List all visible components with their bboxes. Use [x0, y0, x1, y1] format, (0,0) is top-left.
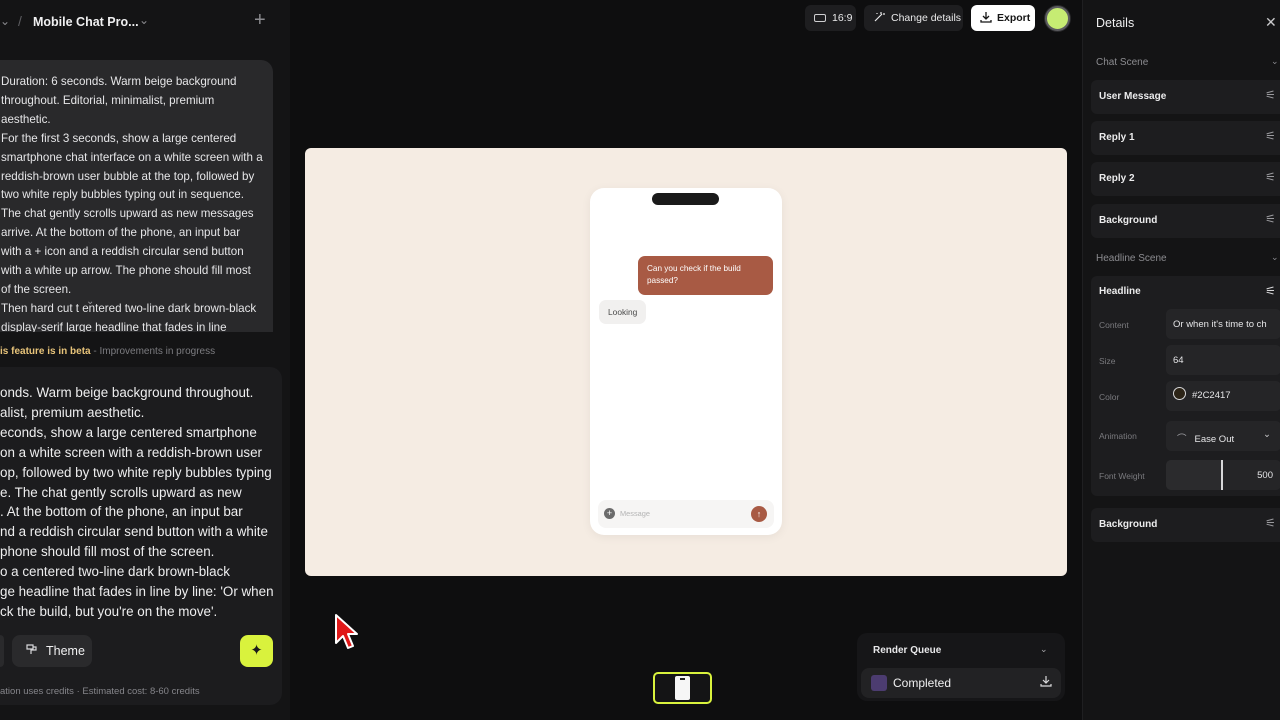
- chevron-down-icon[interactable]: ⌄: [1040, 644, 1048, 655]
- aspect-ratio-label: 16:9: [832, 12, 853, 24]
- chevron-down-icon[interactable]: ⌄: [0, 14, 10, 28]
- thumbnail-phone: [675, 676, 690, 700]
- render-job[interactable]: Completed: [861, 668, 1061, 698]
- item-label: User Message: [1099, 91, 1167, 102]
- animation-label: Animation: [1099, 431, 1137, 441]
- details-title: Details: [1096, 16, 1135, 30]
- aspect-icon: [814, 14, 826, 22]
- beta-label: is feature is in beta: [0, 346, 91, 357]
- chevron-down-icon[interactable]: ⌄: [139, 13, 149, 27]
- left-header: ⌄ / Mobile Chat Pro... ⌄ +: [0, 0, 290, 46]
- render-queue: Render Queue ⌄ Completed: [857, 633, 1065, 701]
- sliders-icon[interactable]: ⚟: [1265, 129, 1276, 143]
- render-queue-title: Render Queue: [873, 645, 942, 656]
- item-label: Headline: [1099, 286, 1141, 297]
- aspect-ratio-button[interactable]: 16:9: [805, 5, 856, 31]
- plus-icon: +: [604, 508, 615, 519]
- animation-select[interactable]: ⌒ Ease Out ⌄: [1166, 421, 1280, 451]
- left-panel: ⌄ / Mobile Chat Pro... ⌄ + Duration: 6 s…: [0, 0, 290, 720]
- details-panel: Details ✕ Chat Scene ⌄ User Message ⚟ Re…: [1082, 0, 1280, 720]
- render-status: Completed: [893, 676, 952, 690]
- content-field[interactable]: Or when it's time to ch: [1166, 309, 1280, 339]
- section-headline-scene[interactable]: Headline Scene: [1096, 253, 1167, 264]
- phone-mockup: Can you check if the build passed? Looki…: [590, 188, 782, 535]
- change-details-button[interactable]: Change details: [864, 5, 963, 31]
- reply-bubble: Looking: [599, 300, 647, 324]
- sliders-icon[interactable]: ⚟: [1265, 516, 1276, 530]
- theme-icon: [25, 643, 38, 659]
- change-details-label: Change details: [891, 12, 962, 24]
- animation-value: Ease Out: [1194, 434, 1235, 445]
- slider-handle[interactable]: [1221, 460, 1223, 490]
- size-label: Size: [1099, 356, 1116, 366]
- chevron-down-icon: ⌄: [1263, 429, 1271, 440]
- item-label: Background: [1099, 519, 1158, 530]
- headline-item[interactable]: Headline ⚟ Content Or when it's time to …: [1091, 276, 1280, 496]
- video-preview-canvas[interactable]: Can you check if the build passed? Looki…: [305, 148, 1067, 576]
- project-name[interactable]: Mobile Chat Pro...: [33, 15, 139, 29]
- export-label: Export: [997, 12, 1031, 24]
- message-input-bar: + Message ↑: [598, 500, 774, 528]
- prompt-input-card[interactable]: onds. Warm beige background throughout. …: [0, 367, 282, 705]
- font-weight-value: 500: [1257, 470, 1273, 481]
- color-field[interactable]: #2C2417: [1166, 381, 1280, 411]
- chevron-down-icon[interactable]: ⌄: [86, 296, 94, 307]
- chat-item-reply-1[interactable]: Reply 1 ⚟: [1091, 121, 1280, 155]
- sliders-icon[interactable]: ⚟: [1265, 88, 1276, 102]
- close-icon[interactable]: ✕: [1265, 14, 1277, 31]
- render-thumbnail: [871, 675, 887, 691]
- avatar[interactable]: [1045, 6, 1070, 31]
- prompt-text: Duration: 6 seconds. Warm beige backgrou…: [1, 75, 263, 332]
- color-value: #2C2417: [1192, 390, 1231, 402]
- item-label: Background: [1099, 215, 1158, 226]
- wand-icon: [873, 11, 885, 26]
- item-label: Reply 1: [1099, 132, 1135, 143]
- item-label: Reply 2: [1099, 173, 1135, 184]
- chevron-down-icon[interactable]: ⌄: [1271, 56, 1279, 67]
- message-placeholder: Message: [620, 509, 650, 518]
- credits-note: ation uses credits · Estimated cost: 8-6…: [0, 686, 200, 697]
- prompt-input[interactable]: onds. Warm beige background throughout. …: [0, 383, 282, 622]
- download-icon: [980, 11, 992, 26]
- beta-notice: is feature is in beta - Improvements in …: [0, 346, 215, 357]
- chevron-down-icon[interactable]: ⌄: [1271, 252, 1279, 263]
- font-weight-slider[interactable]: 500: [1166, 460, 1280, 490]
- slider-fill: [1166, 460, 1221, 490]
- content-label: Content: [1099, 320, 1129, 330]
- beta-note: - Improvements in progress: [90, 346, 216, 357]
- color-label: Color: [1099, 392, 1120, 402]
- section-chat-scene[interactable]: Chat Scene: [1096, 57, 1148, 68]
- breadcrumb-separator: /: [18, 13, 22, 29]
- user-message-bubble: Can you check if the build passed?: [638, 256, 773, 295]
- sliders-icon[interactable]: ⚟: [1265, 284, 1276, 298]
- scene-thumbnail[interactable]: [653, 672, 712, 704]
- chat-item-reply-2[interactable]: Reply 2 ⚟: [1091, 162, 1280, 196]
- chat-item-user-message[interactable]: User Message ⚟: [1091, 80, 1280, 114]
- sparkle-icon: ✦: [250, 642, 263, 659]
- attach-button[interactable]: [0, 635, 4, 667]
- theme-button[interactable]: Theme: [12, 635, 92, 667]
- prompt-history-card: Duration: 6 seconds. Warm beige backgrou…: [0, 60, 273, 332]
- export-button[interactable]: Export: [971, 5, 1035, 31]
- theme-label: Theme: [46, 644, 85, 658]
- mouse-cursor-icon: [334, 613, 360, 656]
- size-field[interactable]: 64: [1166, 345, 1280, 375]
- color-swatch[interactable]: [1173, 387, 1186, 400]
- headline-item-background[interactable]: Background ⚟: [1091, 508, 1280, 542]
- generate-button[interactable]: ✦: [240, 635, 273, 667]
- plus-icon[interactable]: +: [254, 9, 266, 32]
- sliders-icon[interactable]: ⚟: [1265, 170, 1276, 184]
- font-weight-label: Font Weight: [1099, 471, 1145, 481]
- download-icon[interactable]: [1040, 675, 1052, 690]
- chat-item-background[interactable]: Background ⚟: [1091, 204, 1280, 238]
- sliders-icon[interactable]: ⚟: [1265, 212, 1276, 226]
- send-icon: ↑: [751, 506, 767, 522]
- curve-icon: ⌒: [1177, 434, 1187, 445]
- phone-notch: [652, 193, 719, 205]
